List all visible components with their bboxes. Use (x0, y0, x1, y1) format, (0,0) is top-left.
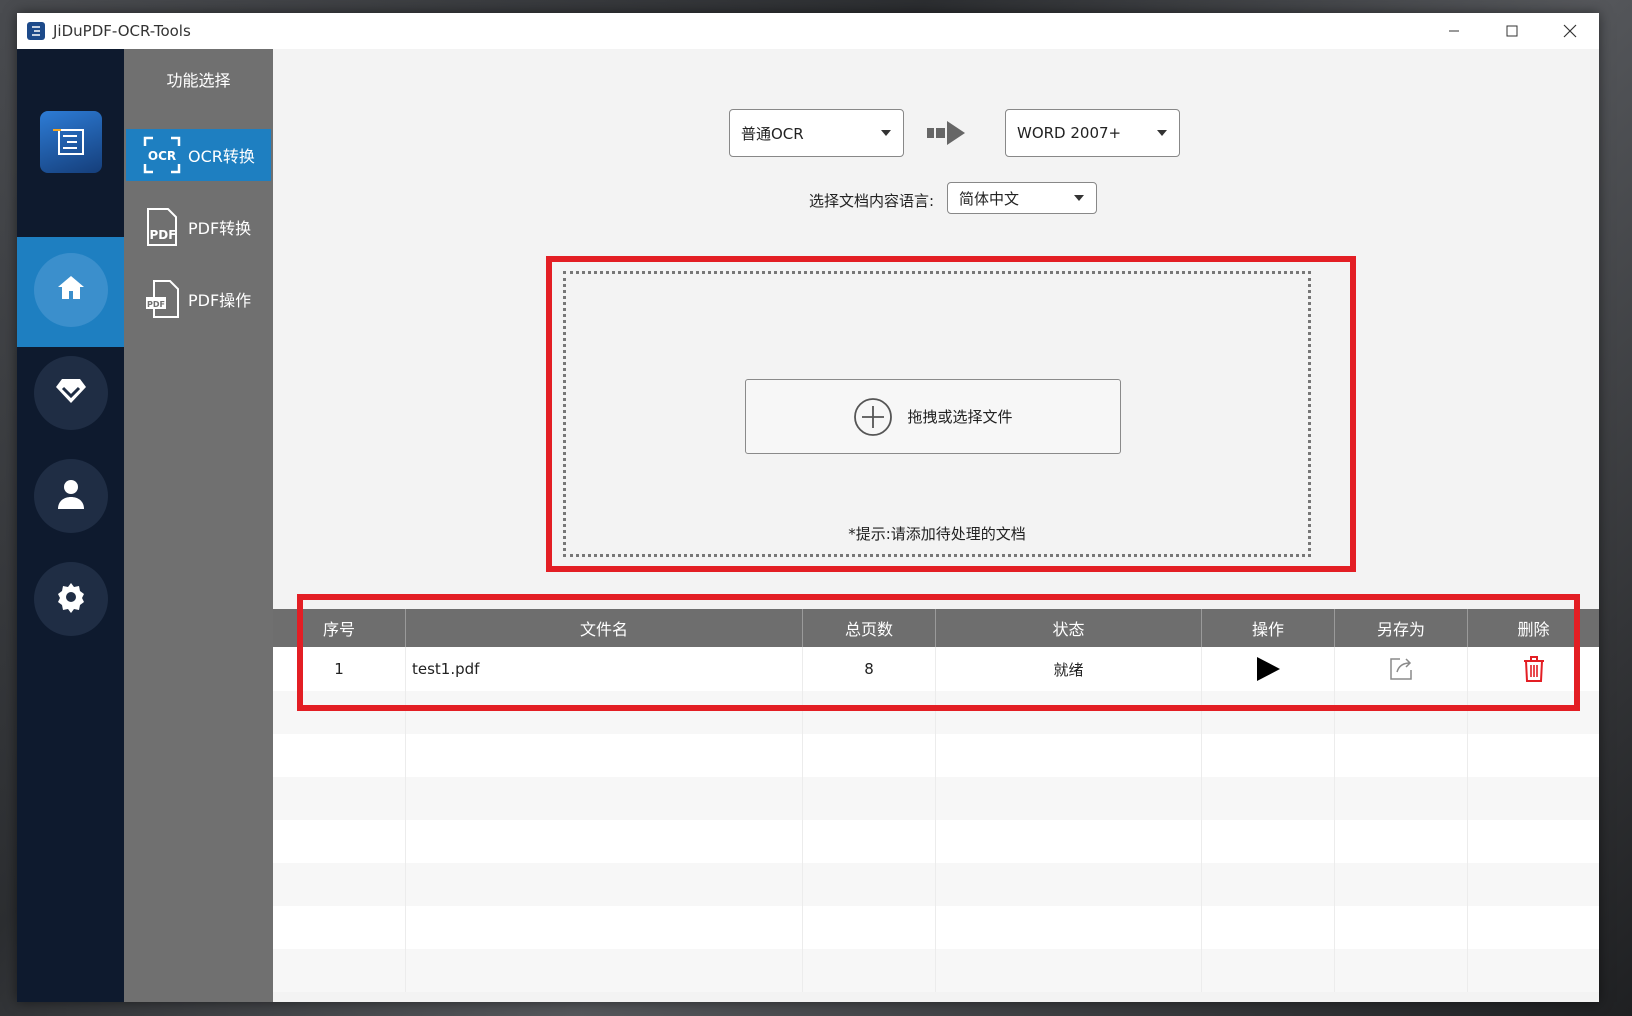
gear-icon (55, 581, 87, 617)
select-file-label: 拖拽或选择文件 (907, 408, 1013, 426)
diamond-icon (54, 377, 88, 409)
title-bar: JiDuPDF-OCR-Tools (17, 13, 1599, 49)
source-mode-value: 普通OCR (741, 124, 804, 143)
chevron-down-icon (1074, 195, 1084, 201)
language-label: 选择文档内容语言: (809, 192, 935, 210)
func-item-label: PDF转换 (188, 219, 252, 238)
close-button[interactable] (1541, 13, 1599, 49)
minimize-button[interactable] (1425, 13, 1483, 49)
language-select[interactable]: 简体中文 (947, 182, 1097, 214)
target-format-select[interactable]: WORD 2007+ (1005, 109, 1180, 157)
empty-table-row (273, 863, 1599, 906)
chevron-down-icon (881, 130, 891, 136)
home-nav-button[interactable] (34, 253, 108, 327)
empty-table-row (273, 777, 1599, 820)
dropzone-hint: *提示:请添加待处理的文档 (848, 525, 1026, 543)
user-icon (56, 478, 86, 514)
brand-logo (40, 111, 102, 173)
pdf-document-icon: PDF (142, 279, 182, 319)
table-highlight-frame (297, 594, 1580, 711)
func-item-label: PDF操作 (188, 291, 252, 310)
pdf-icon-text: PDF (147, 300, 165, 309)
vip-nav-button[interactable] (34, 356, 108, 430)
func-item-label: OCR转换 (188, 147, 255, 166)
pdf-icon-text: PDF (150, 228, 177, 242)
pdf-file-icon: PDF (142, 207, 182, 247)
func-item-pdf-operate[interactable]: PDF PDF操作 (126, 273, 271, 325)
func-item-pdf-convert[interactable]: PDF PDF转换 (126, 201, 271, 253)
select-file-button[interactable]: 拖拽或选择文件 (745, 379, 1121, 454)
convert-arrow-icon (925, 119, 969, 151)
ocr-icon-text: OCR (148, 149, 176, 163)
settings-nav-button[interactable] (34, 562, 108, 636)
chevron-down-icon (1157, 130, 1167, 136)
func-item-ocr[interactable]: OCR OCR转换 (126, 129, 271, 181)
empty-table-row (273, 734, 1599, 777)
window-title: JiDuPDF-OCR-Tools (53, 22, 191, 40)
function-panel-title: 功能选择 (166, 71, 231, 90)
main-content: 普通OCR WORD 2007+ 选择文档内容语言: 简体中文 拖拽或选择文件 … (273, 49, 1599, 1002)
function-panel: 功能选择 OCR OCR转换 PDF PDF转换 PDF PDF操作 (124, 49, 273, 1002)
nav-rail (17, 49, 124, 1002)
ocr-scan-icon: OCR (142, 135, 182, 175)
language-value: 简体中文 (959, 189, 1020, 208)
app-window: JiDuPDF-OCR-Tools 功能选择 OCR OCR转换 PDF PDF… (17, 13, 1599, 1002)
source-mode-select[interactable]: 普通OCR (729, 109, 904, 157)
maximize-button[interactable] (1483, 13, 1541, 49)
add-circle-icon (853, 397, 893, 437)
user-nav-button[interactable] (34, 459, 108, 533)
empty-table-row (273, 820, 1599, 863)
app-icon (27, 22, 45, 40)
empty-table-row (273, 949, 1599, 992)
empty-table-row (273, 906, 1599, 949)
home-icon (55, 272, 87, 308)
target-format-value: WORD 2007+ (1017, 124, 1122, 142)
